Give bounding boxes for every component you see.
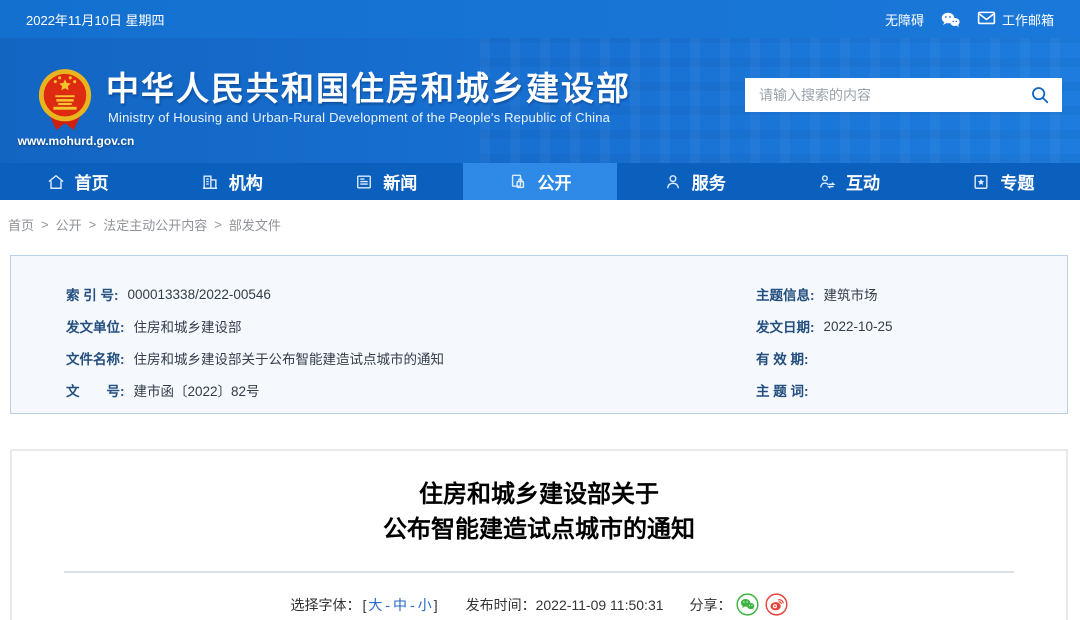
breadcrumb-separator: > <box>88 217 97 232</box>
site-url: www.mohurd.gov.cn <box>17 134 135 148</box>
info-row-document-name: 文件名称: 住房和城乡建设部关于公布智能建造试点城市的通知 <box>66 352 444 367</box>
site-subtitle: Ministry of Housing and Urban-Rural Deve… <box>108 110 611 125</box>
national-emblem-icon <box>38 69 92 130</box>
work-mailbox-link[interactable]: 工作邮箱 <box>977 10 1054 29</box>
share-label: 分享： <box>689 596 732 613</box>
wechat-share-icon[interactable] <box>735 593 759 616</box>
info-row-validity: 有 效 期: <box>756 352 809 367</box>
doc-info-right-column: 主题信息: 建筑市场 发文日期: 2022-10-25 有 效 期: 主 题 词… <box>756 278 1067 413</box>
nav-item-interact[interactable]: 互动 <box>771 163 925 200</box>
nav-item-home[interactable]: 首页 <box>0 163 154 200</box>
nav-item-service[interactable]: 服务 <box>617 163 771 200</box>
font-size-small[interactable]: 小 <box>418 595 432 615</box>
font-size-selector: 选择字体： [ 大 - 中 - 小 ] <box>290 595 438 615</box>
top-bar: 2022年11月10日 星期四 无障碍 工作邮箱 <box>0 0 1080 38</box>
mohurd-page: 2022年11月10日 星期四 无障碍 工作邮箱 www.mohurd.gov.… <box>0 0 1080 620</box>
main-nav: 首页 机构 新闻 公开 服务 互动 专题 <box>0 163 1080 200</box>
info-row-index-number: 索 引 号: 000013338/2022-00546 <box>66 286 271 304</box>
current-date: 2022年11月10日 星期四 <box>26 12 165 28</box>
breadcrumb: 首页 > 公开 > 法定主动公开内容 > 部发文件 <box>8 215 281 234</box>
nav-item-news[interactable]: 新闻 <box>309 163 463 200</box>
weibo-share-icon[interactable] <box>764 593 788 616</box>
info-row-keywords: 主 题 词: <box>756 384 809 399</box>
site-title: 中华人民共和国住房和城乡建设部 <box>106 70 631 107</box>
publish-time-label: 发布时间： <box>465 596 536 613</box>
info-row-document-number: 文 号: 建市函〔2022〕82号 <box>66 384 260 399</box>
publish-time-value: 2022-11-09 11:50:31 <box>535 596 664 613</box>
accessibility-link[interactable]: 无障碍 <box>885 10 924 29</box>
article-title-line1: 住房和城乡建设部关于 <box>419 481 659 508</box>
share-group: 分享： <box>690 593 788 616</box>
breadcrumb-separator: > <box>41 217 49 232</box>
info-row-issuing-unit: 发文单位: 住房和城乡建设部 <box>66 320 242 335</box>
doc-info-left-column: 索 引 号: 000013338/2022-00546 发文单位: 住房和城乡建… <box>11 278 756 413</box>
search-box <box>745 78 1062 112</box>
wechat-icon[interactable] <box>940 11 961 28</box>
font-size-medium[interactable]: 中 <box>393 595 407 615</box>
font-size-large[interactable]: 大 <box>368 595 382 615</box>
search-input[interactable] <box>759 87 1028 103</box>
nav-item-topic[interactable]: 专题 <box>926 163 1080 200</box>
font-size-label: 选择字体： <box>290 596 361 613</box>
mail-icon <box>977 10 996 28</box>
search-icon[interactable] <box>1028 83 1052 107</box>
title-divider <box>64 571 1014 573</box>
info-row-topic-info: 主题信息: 建筑市场 <box>756 288 878 303</box>
publish-time-group: 发布时间： 2022-11-09 11:50:31 <box>466 595 664 615</box>
article-title-line2: 公布智能建造试点城市的通知 <box>383 516 695 543</box>
breadcrumb-home[interactable]: 首页 <box>8 215 34 234</box>
breadcrumb-disclosure[interactable]: 公开 <box>56 215 82 234</box>
site-header: www.mohurd.gov.cn 中华人民共和国住房和城乡建设部 Minist… <box>0 38 1080 163</box>
nav-item-org[interactable]: 机构 <box>154 163 308 200</box>
article-meta-row: 选择字体： [ 大 - 中 - 小 ] 发布时间： 2022-11-09 11:… <box>12 593 1066 616</box>
nav-item-disclosure[interactable]: 公开 <box>462 163 618 200</box>
article-title: 住房和城乡建设部关于 公布智能建造试点城市的通知 <box>12 477 1066 547</box>
topbar-tools: 无障碍 工作邮箱 <box>885 10 1054 29</box>
breadcrumb-statutory[interactable]: 法定主动公开内容 <box>103 215 207 234</box>
breadcrumb-documents[interactable]: 部发文件 <box>229 215 281 234</box>
breadcrumb-separator: > <box>214 217 222 232</box>
info-row-issue-date: 发文日期: 2022-10-25 <box>756 318 893 336</box>
doc-info-box: 索 引 号: 000013338/2022-00546 发文单位: 住房和城乡建… <box>10 255 1068 414</box>
article-box: 住房和城乡建设部关于 公布智能建造试点城市的通知 选择字体： [ 大 - 中 -… <box>10 449 1068 620</box>
